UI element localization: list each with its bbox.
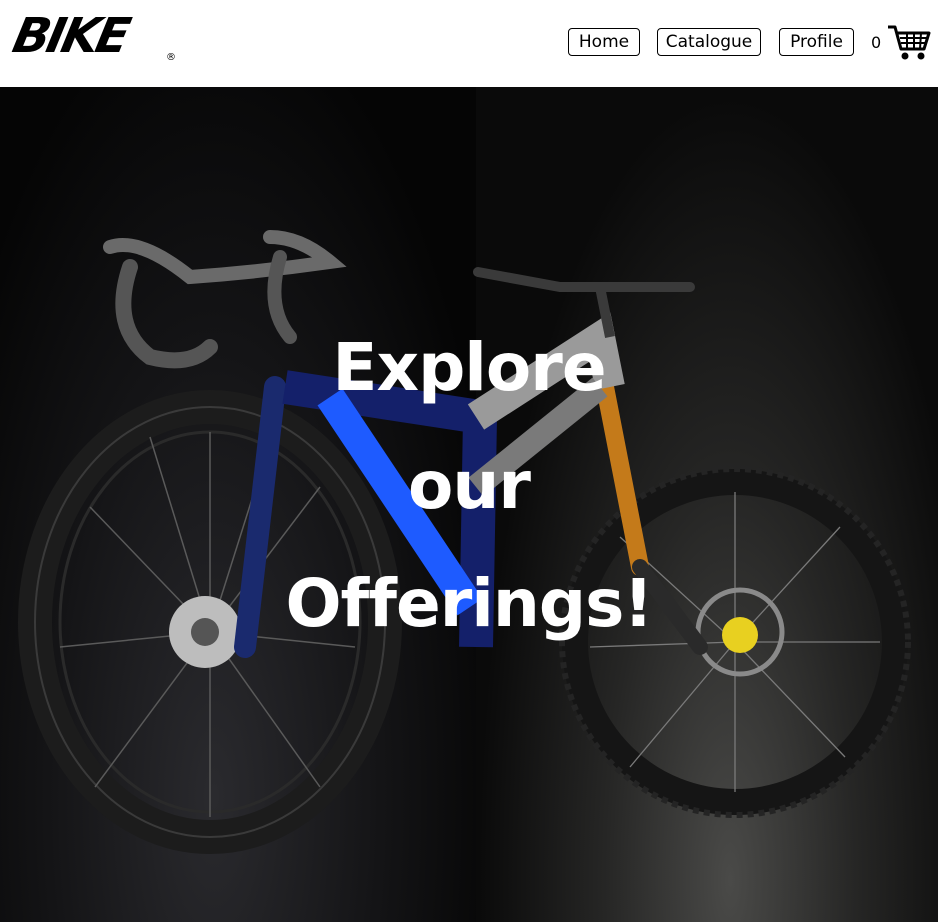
- site-header: BIKE ® Home Catalogue Profile 0: [0, 0, 938, 87]
- cart-count: 0: [871, 33, 882, 52]
- hero-heading-line-3: Offerings!: [285, 565, 653, 642]
- bike-logo[interactable]: BIKE: [8, 8, 132, 64]
- hero-heading: Explore our Offerings!: [0, 309, 938, 663]
- profile-button[interactable]: Profile: [779, 28, 854, 56]
- hero-banner: Explore our Offerings!: [0, 87, 938, 922]
- registered-mark: ®: [166, 52, 176, 63]
- shopping-cart-icon[interactable]: [886, 22, 932, 62]
- catalogue-button[interactable]: Catalogue: [657, 28, 761, 56]
- hero-heading-line-1: Explore: [332, 329, 606, 406]
- hero-heading-line-2: our: [408, 447, 531, 524]
- home-button[interactable]: Home: [568, 28, 640, 56]
